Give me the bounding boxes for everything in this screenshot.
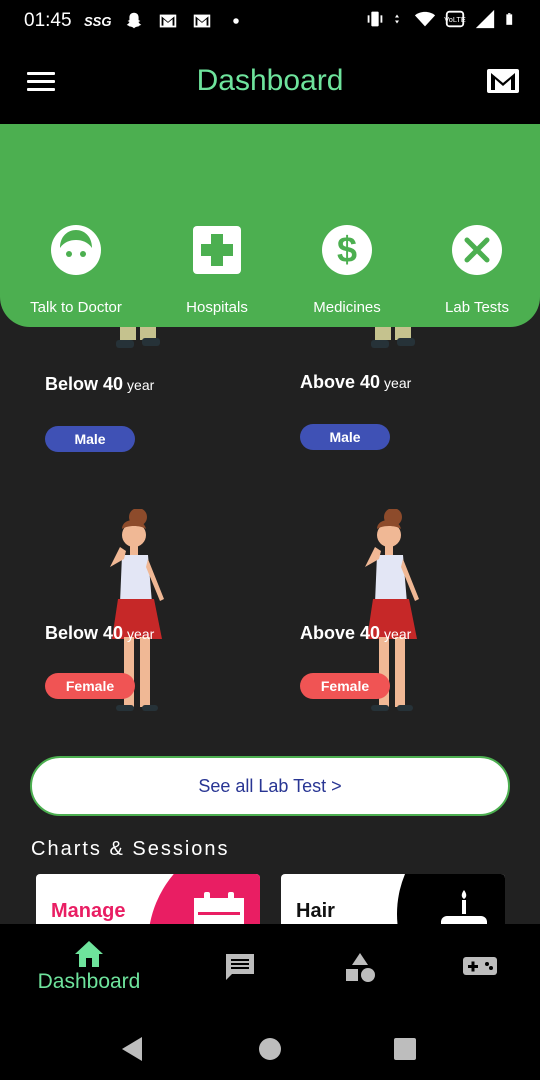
close-circle-icon <box>452 225 502 275</box>
quick-action-label: Medicines <box>313 299 381 316</box>
vibrate-icon <box>367 11 383 27</box>
dot-icon <box>233 18 240 24</box>
gmail-icon <box>194 14 211 28</box>
card-age-label: Below 40 <box>45 623 124 643</box>
status-time: 01:45 <box>24 10 72 31</box>
signal-icon <box>475 9 495 29</box>
card-unit-label: year <box>127 626 155 642</box>
system-status-icons: VoLTE <box>364 8 518 30</box>
gender-pill-female[interactable]: Female <box>300 673 390 699</box>
session-card-label: Hair <box>296 900 335 922</box>
card-age-label: Above 40 <box>300 623 381 643</box>
system-navigation-bar <box>0 1016 540 1080</box>
mail-icon[interactable] <box>486 66 520 96</box>
svg-text:VoLTE: VoLTE <box>444 15 466 24</box>
nav-item-chat[interactable] <box>222 940 258 982</box>
cake-icon <box>441 890 487 924</box>
quick-action-lab-tests[interactable]: Lab Tests <box>412 224 540 316</box>
recents-icon[interactable] <box>390 1034 420 1064</box>
quick-action-medicines[interactable]: $ Medicines <box>282 224 412 316</box>
gender-pill-male[interactable]: Male <box>45 426 135 452</box>
gamepad-icon <box>463 957 497 975</box>
session-card-manage[interactable]: Manage <box>36 874 260 924</box>
face-icon <box>51 225 101 275</box>
shapes-icon <box>346 953 375 982</box>
quick-actions-panel: Talk to Doctor Hospitals $ Medicines Lab… <box>0 124 540 327</box>
carrier-badge: SSG <box>84 13 112 29</box>
gender-pill-female[interactable]: Female <box>45 673 135 699</box>
hospital-cross-icon <box>193 226 241 274</box>
calendar-icon <box>194 892 244 924</box>
volte-icon: VoLTE <box>444 10 466 28</box>
see-all-lab-tests-button[interactable]: See all Lab Test > <box>30 756 510 816</box>
card-unit-label: year <box>127 377 155 393</box>
quick-action-label: Lab Tests <box>445 299 509 316</box>
gmail-icon <box>160 14 177 28</box>
lab-card-below40-female[interactable]: Below 40 year Female <box>30 509 260 729</box>
nav-item-games[interactable] <box>460 940 500 978</box>
chat-icon <box>226 954 254 980</box>
quick-action-hospitals[interactable]: Hospitals <box>152 224 282 316</box>
card-age-label: Below 40 <box>45 374 124 394</box>
data-arrows-icon <box>395 14 399 24</box>
nav-item-label: Dashboard <box>37 970 141 993</box>
card-age-label: Above 40 <box>300 372 381 392</box>
svg-text:$: $ <box>337 229 357 270</box>
nav-item-dashboard[interactable]: Dashboard <box>30 940 148 994</box>
home-icon <box>75 941 103 967</box>
lab-card-above40-female[interactable]: Above 40 year Female <box>285 509 515 729</box>
app-bar: Dashboard <box>0 42 540 124</box>
card-unit-label: year <box>384 375 412 391</box>
notification-icons: SSG <box>84 10 247 32</box>
back-icon[interactable] <box>118 1034 148 1064</box>
bottom-navigation: Dashboard <box>0 924 540 1016</box>
battery-icon <box>506 13 513 25</box>
gender-pill-male[interactable]: Male <box>300 424 390 450</box>
session-card-hair[interactable]: Hair <box>281 874 505 924</box>
session-card-label: Manage <box>51 900 126 922</box>
quick-action-label: Talk to Doctor <box>30 299 122 316</box>
home-button-icon[interactable] <box>255 1034 285 1064</box>
dollar-icon: $ <box>322 225 372 275</box>
quick-action-label: Hospitals <box>186 299 248 316</box>
card-unit-label: year <box>384 626 412 642</box>
quick-action-talk-to-doctor[interactable]: Talk to Doctor <box>11 224 141 316</box>
section-title: Charts & Sessions <box>31 838 230 860</box>
snapchat-icon <box>127 12 142 29</box>
status-bar: 01:45 SSG VoLTE <box>0 0 540 42</box>
page-title: Dashboard <box>196 64 344 97</box>
nav-item-shapes[interactable] <box>342 940 378 984</box>
wifi-icon <box>414 11 436 27</box>
